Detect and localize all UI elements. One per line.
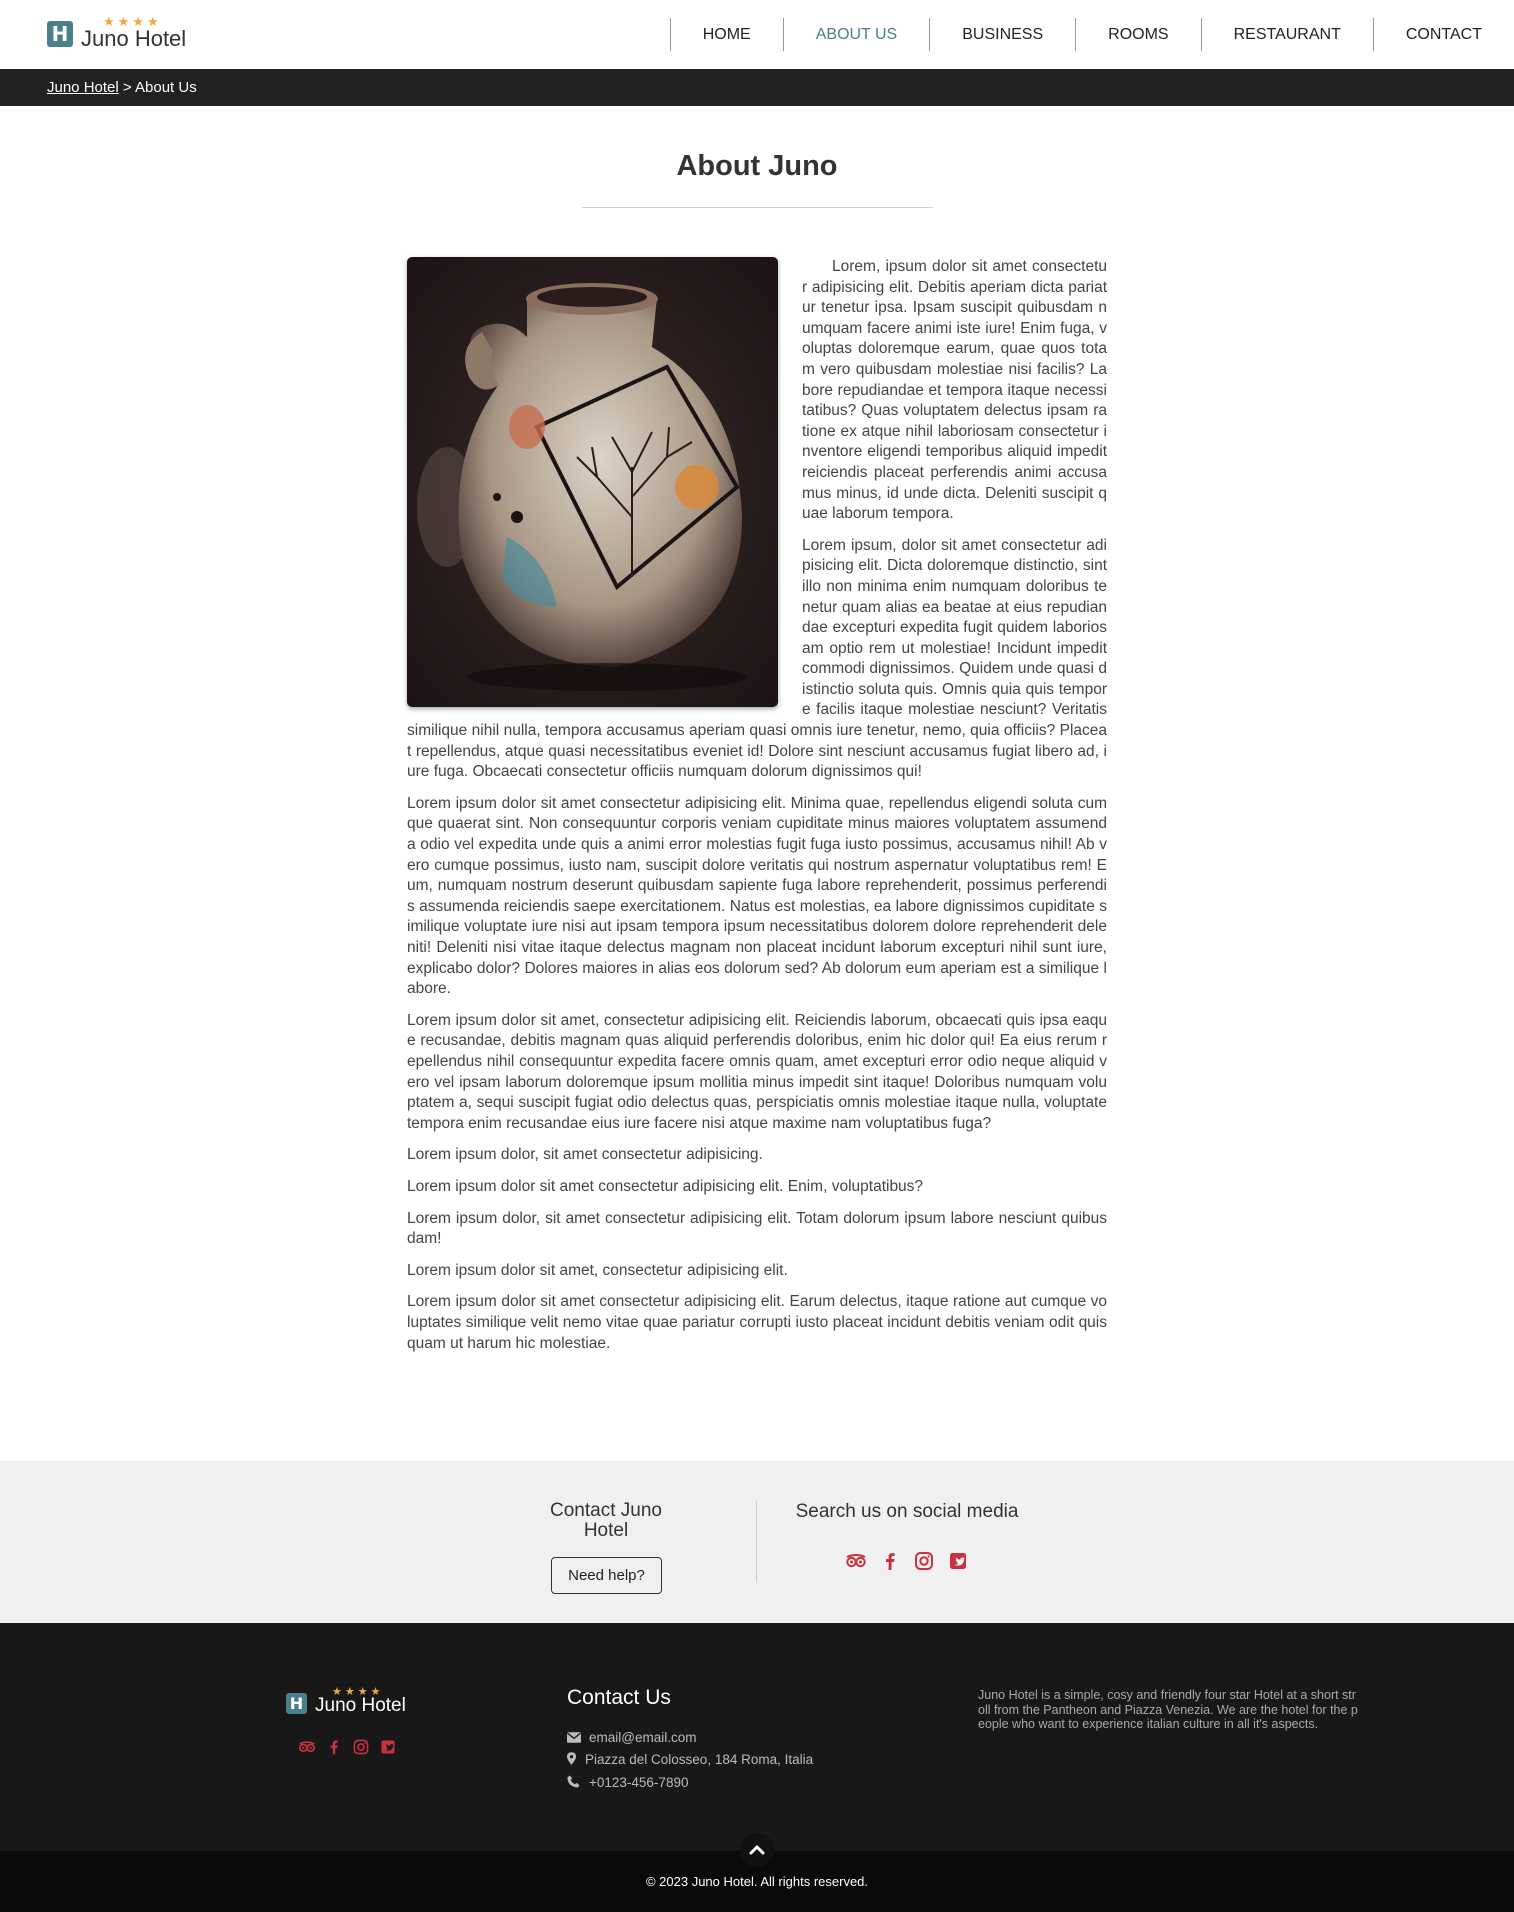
map-marker-icon (567, 1752, 579, 1768)
article-paragraph: Lorem ipsum dolor sit amet consectetur a… (407, 794, 1107, 998)
brand-name: Juno Hotel (81, 26, 187, 51)
tripadvisor-icon[interactable] (845, 1550, 867, 1572)
footer-social-links (298, 1738, 397, 1756)
phone-icon (567, 1775, 583, 1791)
main-nav: HOME ABOUT US BUSINESS ROOMS RESTAURANT … (669, 18, 1514, 51)
nav-business[interactable]: BUSINESS (929, 18, 1075, 51)
instagram-icon[interactable] (352, 1738, 370, 1756)
brand-name: Juno Hotel (315, 1695, 406, 1716)
tripadvisor-icon[interactable] (298, 1738, 316, 1756)
footer-phone-text: +0123-456-7890 (589, 1775, 689, 1790)
footer-address-text: Piazza del Colosseo, 184 Roma, Italia (585, 1752, 814, 1767)
copyright-text: © 2023 Juno Hotel. All rights reserved. (645, 1874, 869, 1889)
twitter-square-icon[interactable] (947, 1550, 969, 1572)
site-footer: H ★★★★ Juno Hotel Contact Us email@email… (0, 1623, 1514, 1851)
article-paragraph: Lorem ipsum dolor, sit amet consectetur … (407, 1209, 1107, 1248)
footer-phone[interactable]: +0123-456-7890 (567, 1775, 688, 1791)
article-paragraph: Lorem ipsum dolor sit amet consectetur a… (407, 1177, 924, 1195)
twitter-square-icon[interactable] (379, 1738, 397, 1756)
ceramic-vase-photo (407, 257, 778, 707)
facebook-icon[interactable] (879, 1550, 901, 1572)
social-links (845, 1550, 969, 1572)
hotel-h-icon: H (47, 21, 73, 47)
page-title: About Juno (676, 150, 838, 182)
article-paragraph: Lorem ipsum dolor, sit amet consectetur … (407, 1146, 763, 1164)
site-header: H ★★★★ Juno Hotel HOME ABOUT US BUSINESS… (0, 0, 1514, 69)
breadcrumb-separator: > (118, 79, 135, 96)
footer-address: Piazza del Colosseo, 184 Roma, Italia (567, 1752, 813, 1768)
nav-home[interactable]: HOME (669, 18, 783, 51)
footer-logo[interactable]: H ★★★★ Juno Hotel (286, 1686, 426, 1716)
hotel-h-icon: H (286, 1693, 307, 1714)
site-logo[interactable]: H ★★★★ Juno Hotel (47, 14, 217, 54)
nav-rooms[interactable]: ROOMS (1075, 18, 1200, 51)
instagram-icon[interactable] (913, 1550, 935, 1572)
facebook-icon[interactable] (325, 1738, 343, 1756)
back-to-top-button[interactable] (740, 1833, 774, 1867)
article-paragraph: Lorem ipsum dolor sit amet, consectetur … (407, 1261, 788, 1279)
nav-about-us[interactable]: ABOUT US (782, 18, 930, 51)
article-paragraph: Lorem ipsum dolor sit amet, consectetur … (407, 1011, 1107, 1132)
social-strip-title: Search us on social media (795, 1501, 1019, 1522)
breadcrumb-current: About Us (135, 79, 197, 96)
footer-about-text: Juno Hotel is a simple, cosy and friendl… (978, 1688, 1358, 1732)
envelope-icon (567, 1731, 583, 1746)
footer-email-text: email@email.com (589, 1730, 697, 1745)
strip-divider (756, 1501, 757, 1583)
contact-strip-title: Contact Juno Hotel (550, 1500, 662, 1541)
footer-contact-title: Contact Us (567, 1686, 671, 1709)
breadcrumb-home-link[interactable]: Juno Hotel (47, 79, 119, 96)
nav-restaurant[interactable]: RESTAURANT (1200, 18, 1373, 51)
nav-contact[interactable]: CONTACT (1372, 18, 1514, 51)
about-article: Lorem, ipsum dolor sit amet consectetur … (407, 257, 1107, 1365)
article-paragraph: Lorem ipsum dolor sit amet consectetur a… (407, 1293, 1107, 1352)
title-divider (582, 207, 933, 208)
breadcrumb: Juno Hotel > About Us (0, 69, 1514, 106)
contact-strip: Contact Juno Hotel Need help? Search us … (0, 1461, 1514, 1623)
footer-email[interactable]: email@email.com (567, 1730, 696, 1746)
need-help-button[interactable]: Need help? (551, 1557, 662, 1594)
